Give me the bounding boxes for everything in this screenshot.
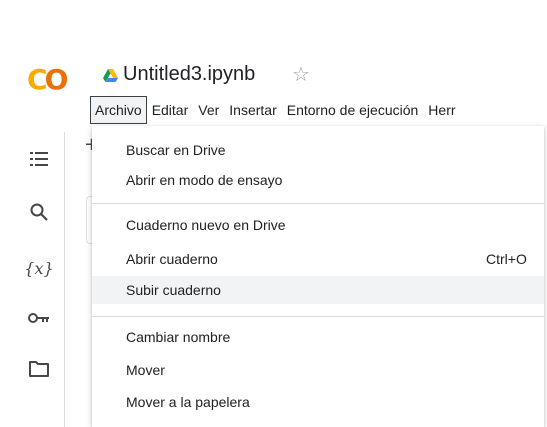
menu-item-mover-papelera[interactable]: Mover a la papelera: [92, 388, 544, 416]
archivo-dropdown-menu: Buscar en Drive Abrir en modo de ensayo …: [92, 126, 544, 427]
menu-item-abrir-cuaderno[interactable]: Abrir cuaderno Ctrl+O: [92, 245, 544, 273]
menu-item-cambiar-nombre[interactable]: Cambiar nombre: [92, 323, 544, 351]
menu-item-label: Buscar en Drive: [126, 142, 226, 158]
folder-icon[interactable]: [28, 358, 50, 380]
notebook-title[interactable]: Untitled3.ipynb: [123, 60, 255, 88]
menu-item-cuaderno-nuevo[interactable]: Cuaderno nuevo en Drive: [92, 211, 544, 239]
menu-item-label: Cuaderno nuevo en Drive: [126, 217, 286, 233]
menu-bar: Archivo Editar Ver Insertar Entorno de e…: [90, 96, 547, 124]
search-icon[interactable]: [28, 201, 50, 223]
menu-herramientas[interactable]: Herr: [423, 97, 460, 123]
menu-item-mover[interactable]: Mover: [92, 356, 544, 384]
toc-icon[interactable]: [28, 148, 50, 170]
menu-archivo[interactable]: Archivo: [90, 96, 147, 124]
menu-item-label: Subir cuaderno: [126, 282, 221, 298]
menu-item-label: Cambiar nombre: [126, 329, 231, 345]
menu-entorno-de-ejecucion[interactable]: Entorno de ejecución: [282, 97, 424, 123]
secrets-key-icon[interactable]: [28, 307, 50, 329]
shortcut-label: Ctrl+O: [486, 251, 527, 267]
menu-item-subir-cuaderno[interactable]: Subir cuaderno: [92, 276, 544, 304]
menu-item-label: Abrir cuaderno: [126, 251, 218, 267]
variables-icon[interactable]: {x}: [24, 257, 54, 279]
star-icon[interactable]: ☆: [292, 62, 310, 86]
logo-letter-c: C: [27, 63, 47, 96]
menu-item-label: Abrir en modo de ensayo: [126, 172, 283, 188]
menu-editar[interactable]: Editar: [147, 97, 194, 123]
menu-item-label: Mover a la papelera: [126, 394, 250, 410]
menu-item-abrir-modo-ensayo[interactable]: Abrir en modo de ensayo: [92, 166, 544, 194]
left-sidebar: [0, 132, 65, 427]
menu-item-label: Mover: [126, 362, 165, 378]
menu-ver[interactable]: Ver: [193, 97, 224, 123]
menu-item-buscar-en-drive[interactable]: Buscar en Drive: [92, 136, 544, 164]
logo-letter-o: O: [44, 63, 69, 96]
google-drive-icon[interactable]: [103, 69, 118, 82]
menu-divider: [92, 316, 544, 317]
menu-insertar[interactable]: Insertar: [224, 97, 281, 123]
menu-divider: [92, 203, 544, 204]
colab-logo[interactable]: CO: [27, 63, 69, 96]
